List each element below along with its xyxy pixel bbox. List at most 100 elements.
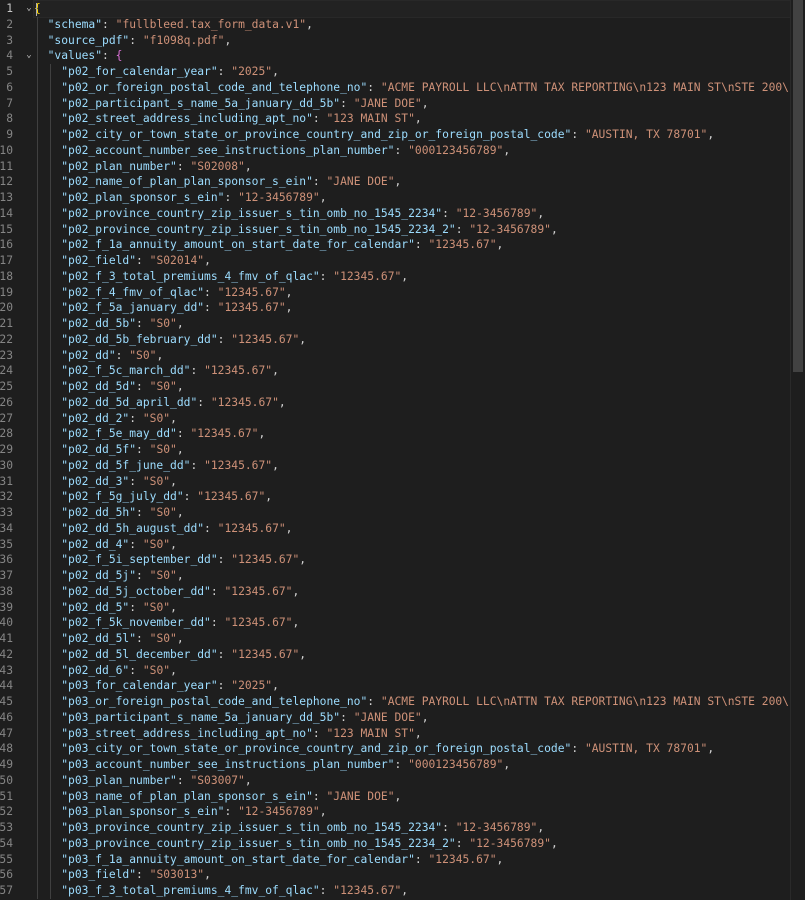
code-line[interactable]: "p02_dd_5d_april_dd": "12345.67", bbox=[34, 394, 805, 411]
line-number: 15 bbox=[0, 222, 13, 236]
code-line[interactable]: "p02_dd_4": "S0", bbox=[34, 536, 805, 553]
scrollbar-thumb[interactable] bbox=[793, 0, 803, 372]
code-line[interactable]: "p02_dd_5": "S0", bbox=[34, 599, 805, 616]
line-number: 46 bbox=[0, 710, 13, 724]
code-line[interactable]: "p02_f_5c_march_dd": "12345.67", bbox=[34, 363, 805, 379]
code-line[interactable]: "p02_dd_5f_june_dd": "12345.67", bbox=[34, 457, 805, 474]
code-line[interactable]: "p02_city_or_town_state_or_province_coun… bbox=[34, 127, 805, 143]
json-key: "p03_field" bbox=[61, 868, 137, 882]
code-line[interactable]: "p02_f_3_total_premiums_4_fmv_of_qlac": … bbox=[34, 268, 805, 285]
indent-guide bbox=[37, 520, 38, 537]
code-line[interactable]: "p03_or_foreign_postal_code_and_telephon… bbox=[34, 694, 805, 710]
json-key: "p02_dd_5b" bbox=[61, 317, 137, 330]
code-area[interactable]: { "schema": "fullbleed.tax_form_data.v1"… bbox=[33, 0, 805, 899]
code-line[interactable]: "p02_or_foreign_postal_code_and_telephon… bbox=[34, 79, 805, 96]
json-punctuation: , bbox=[244, 773, 252, 787]
json-punctuation: , bbox=[496, 238, 504, 252]
json-punctuation: , bbox=[170, 600, 177, 614]
code-line[interactable]: "p03_street_address_including_apt_no": "… bbox=[34, 725, 805, 742]
code-line[interactable]: "p03_province_country_zip_issuer_s_tin_o… bbox=[34, 820, 805, 836]
code-line[interactable]: "p02_dd_5j_october_dd": "12345.67", bbox=[34, 583, 805, 600]
code-line[interactable]: "p03_plan_number": "S03007", bbox=[34, 772, 805, 789]
fold-chevron-icon[interactable]: ⌄ bbox=[24, 1, 34, 17]
code-line[interactable]: "p02_dd_5h_august_dd": "12345.67", bbox=[34, 520, 805, 537]
code-line[interactable]: "p02_dd_5b": "S0", bbox=[34, 316, 805, 332]
vertical-scrollbar[interactable] bbox=[790, 0, 805, 900]
code-line[interactable]: "p02_for_calendar_year": "2025", bbox=[34, 64, 805, 80]
code-line[interactable]: "p03_field": "S03013", bbox=[34, 867, 805, 883]
json-string-value: "S0" bbox=[149, 317, 177, 330]
indentation bbox=[34, 632, 61, 645]
code-line[interactable]: "p02_field": "S02014", bbox=[34, 253, 805, 269]
code-line[interactable]: "p03_for_calendar_year": "2025", bbox=[34, 678, 805, 694]
code-line[interactable]: "p02_dd": "S0", bbox=[34, 347, 805, 364]
indent-guide bbox=[50, 79, 51, 96]
indentation bbox=[34, 601, 61, 614]
code-editor[interactable]: 1 ⌄ 2 3 4 ⌄ 5 6 7 8 9 10 11 12 13 14 15 16 17 18 19 20 21 22 23 2… bbox=[0, 0, 805, 900]
json-key: "p02_or_foreign_postal_code_and_telephon… bbox=[61, 80, 368, 94]
code-line[interactable]: "p03_f_3_total_premiums_4_fmv_of_qlac": … bbox=[34, 883, 805, 899]
code-line[interactable]: "p02_province_country_zip_issuer_s_tin_o… bbox=[34, 221, 805, 238]
code-line[interactable]: "p03_city_or_town_state_or_province_coun… bbox=[34, 741, 805, 757]
code-line[interactable]: "p03_participant_s_name_5a_january_dd_5b… bbox=[34, 709, 805, 726]
json-key: "p02_dd_4" bbox=[61, 537, 130, 551]
code-line[interactable]: "p02_dd_6": "S0", bbox=[34, 662, 805, 679]
code-line[interactable]: "p03_account_number_see_instructions_pla… bbox=[34, 757, 805, 773]
fold-chevron-icon[interactable]: ⌄ bbox=[24, 48, 34, 64]
code-line[interactable]: "p02_street_address_including_apt_no": "… bbox=[34, 111, 805, 127]
code-line[interactable]: "p02_plan_number": "S02008", bbox=[34, 158, 805, 175]
code-line[interactable]: "p02_f_1a_annuity_amount_on_start_date_f… bbox=[34, 237, 805, 253]
indentation bbox=[34, 427, 61, 440]
json-punctuation: , bbox=[292, 616, 300, 630]
line-number: 19 bbox=[0, 285, 13, 299]
code-line[interactable]: "p02_province_country_zip_issuer_s_tin_o… bbox=[34, 205, 805, 222]
indentation bbox=[34, 144, 61, 157]
json-string-value: "AUSTIN, TX 78701" bbox=[584, 742, 708, 756]
json-key: "p02_dd_5f_june_dd" bbox=[61, 458, 191, 472]
indent-guide bbox=[50, 253, 51, 269]
code-line[interactable]: "p02_dd_5b_february_dd": "12345.67", bbox=[34, 331, 805, 348]
json-punctuation: : bbox=[129, 474, 143, 488]
code-line[interactable]: "p03_f_1a_annuity_amount_on_start_date_f… bbox=[34, 851, 805, 868]
code-line[interactable]: "p02_f_5e_may_dd": "12345.67", bbox=[34, 426, 805, 442]
line-number: 29 bbox=[0, 443, 13, 456]
indent-guide bbox=[37, 615, 38, 631]
json-string-value: "S0" bbox=[149, 443, 177, 456]
line-number: 22 bbox=[0, 332, 13, 346]
indentation bbox=[34, 727, 61, 740]
code-line[interactable]: "p03_name_of_plan_plan_sponsor_s_ein": "… bbox=[34, 788, 805, 805]
indent-guide bbox=[37, 363, 38, 379]
code-line[interactable]: "schema": "fullbleed.tax_form_data.v1", bbox=[34, 16, 805, 33]
json-punctuation: : bbox=[442, 206, 456, 220]
indentation bbox=[34, 475, 61, 488]
code-line[interactable]: "p02_dd_3": "S0", bbox=[34, 473, 805, 490]
code-line[interactable]: "p02_dd_5f": "S0", bbox=[34, 442, 805, 458]
code-line[interactable]: "p02_dd_5h": "S0", bbox=[34, 505, 805, 521]
code-line[interactable]: "p02_plan_sponsor_s_ein": "12-3456789", bbox=[34, 190, 805, 206]
code-line[interactable]: "p02_dd_2": "S0", bbox=[34, 410, 805, 427]
code-line[interactable]: "p02_f_5k_november_dd": "12345.67", bbox=[34, 615, 805, 631]
code-line[interactable]: "source_pdf": "f1098q.pdf", bbox=[34, 32, 805, 49]
code-line[interactable]: "p02_dd_5l_december_dd": "12345.67", bbox=[34, 646, 805, 663]
line-number: 26 bbox=[0, 395, 13, 409]
json-punctuation: , bbox=[537, 821, 545, 834]
code-line[interactable]: "p02_name_of_plan_plan_sponsor_s_ein": "… bbox=[34, 174, 805, 190]
code-line[interactable]: "p03_plan_sponsor_s_ein": "12-3456789", bbox=[34, 804, 805, 820]
code-line[interactable]: "p02_dd_5j": "S0", bbox=[34, 568, 805, 584]
code-line[interactable]: "p02_account_number_see_instructions_pla… bbox=[34, 142, 805, 159]
code-line[interactable]: "p02_dd_5l": "S0", bbox=[34, 631, 805, 647]
json-punctuation: , bbox=[550, 836, 558, 850]
indentation bbox=[34, 585, 61, 598]
indent-guide bbox=[37, 804, 38, 820]
code-line[interactable]: { bbox=[33, 0, 805, 18]
code-line[interactable]: "p02_f_5a_january_dd": "12345.67", bbox=[34, 300, 805, 316]
code-line[interactable]: "p02_f_5g_july_dd": "12345.67", bbox=[34, 489, 805, 505]
code-line[interactable]: "p02_f_5i_september_dd": "12345.67", bbox=[34, 552, 805, 568]
code-line[interactable]: "values": { bbox=[34, 48, 805, 64]
code-line[interactable]: "p02_participant_s_name_5a_january_dd_5b… bbox=[34, 95, 805, 112]
code-line[interactable]: "p03_province_country_zip_issuer_s_tin_o… bbox=[34, 835, 805, 852]
code-line[interactable]: "p02_dd_5d": "S0", bbox=[34, 379, 805, 395]
code-line[interactable]: "p02_f_4_fmv_of_qlac": "12345.67", bbox=[34, 284, 805, 301]
json-punctuation: : bbox=[204, 285, 218, 299]
indentation bbox=[34, 270, 61, 283]
